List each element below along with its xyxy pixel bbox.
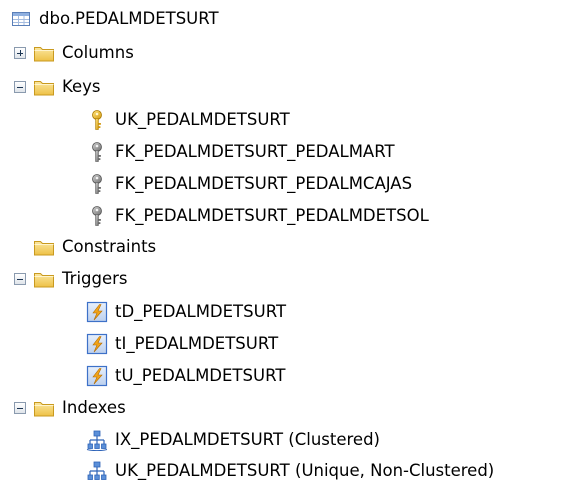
key-label: FK_PEDALMDETSURT_PEDALMCAJAS xyxy=(115,174,413,193)
table-name-label: dbo.PEDALMDETSURT xyxy=(39,9,219,28)
tree-node-trigger[interactable]: tU_PEDALMDETSURT xyxy=(86,360,285,392)
triggers-label: Triggers xyxy=(62,269,128,288)
key-label: FK_PEDALMDETSURT_PEDALMDETSOL xyxy=(115,206,429,225)
constraints-label: Constraints xyxy=(62,237,157,256)
triggers-collapse-button[interactable] xyxy=(14,273,26,285)
folder-icon xyxy=(33,76,55,98)
tree-node-index[interactable]: IX_PEDALMDETSURT (Clustered) xyxy=(86,424,380,456)
clustered-index-icon xyxy=(86,429,108,451)
table-icon xyxy=(10,8,32,30)
object-explorer-tree: dbo.PEDALMDETSURT Columns Keys UK_PEDALM… xyxy=(0,0,573,484)
tree-node-table[interactable]: dbo.PEDALMDETSURT xyxy=(10,3,219,35)
index-label: UK_PEDALMDETSURT (Unique, Non-Clustered) xyxy=(115,461,495,480)
foreign-key-icon xyxy=(86,141,108,163)
indexes-collapse-button[interactable] xyxy=(14,402,26,414)
tree-node-key[interactable]: FK_PEDALMDETSURT_PEDALMDETSOL xyxy=(86,200,429,232)
primary-key-icon xyxy=(86,109,108,131)
nonclustered-index-icon xyxy=(86,460,108,482)
columns-label: Columns xyxy=(62,43,134,62)
folder-icon xyxy=(33,236,55,258)
tree-node-trigger[interactable]: tI_PEDALMDETSURT xyxy=(86,328,278,360)
key-label: FK_PEDALMDETSURT_PEDALMART xyxy=(115,142,395,161)
tree-node-key[interactable]: FK_PEDALMDETSURT_PEDALMCAJAS xyxy=(86,168,412,200)
tree-node-key[interactable]: UK_PEDALMDETSURT xyxy=(86,104,290,136)
tree-node-index[interactable]: UK_PEDALMDETSURT (Unique, Non-Clustered) xyxy=(86,455,494,487)
foreign-key-icon xyxy=(86,205,108,227)
tree-node-triggers[interactable]: Triggers xyxy=(33,263,128,295)
trigger-label: tI_PEDALMDETSURT xyxy=(115,334,279,353)
folder-icon xyxy=(33,268,55,290)
tree-node-constraints[interactable]: Constraints xyxy=(33,231,156,263)
trigger-label: tD_PEDALMDETSURT xyxy=(115,302,287,321)
key-label: UK_PEDALMDETSURT xyxy=(115,110,290,129)
index-label: IX_PEDALMDETSURT (Clustered) xyxy=(115,430,380,449)
tree-node-trigger[interactable]: tD_PEDALMDETSURT xyxy=(86,296,286,328)
tree-node-keys[interactable]: Keys xyxy=(33,71,101,103)
tree-node-indexes[interactable]: Indexes xyxy=(33,392,126,424)
folder-icon xyxy=(33,397,55,419)
keys-collapse-button[interactable] xyxy=(14,81,26,93)
keys-label: Keys xyxy=(62,77,101,96)
trigger-label: tU_PEDALMDETSURT xyxy=(115,366,286,385)
folder-icon xyxy=(33,42,55,64)
tree-node-key[interactable]: FK_PEDALMDETSURT_PEDALMART xyxy=(86,136,395,168)
trigger-icon xyxy=(86,365,108,387)
trigger-icon xyxy=(86,301,108,323)
trigger-icon xyxy=(86,333,108,355)
indexes-label: Indexes xyxy=(62,398,126,417)
tree-node-columns[interactable]: Columns xyxy=(33,37,134,69)
foreign-key-icon xyxy=(86,173,108,195)
columns-expand-button[interactable] xyxy=(14,47,26,59)
